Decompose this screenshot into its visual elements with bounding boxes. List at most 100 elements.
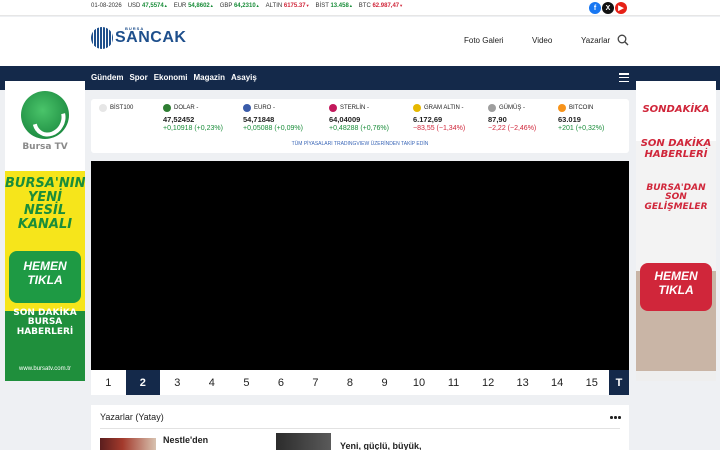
author-image[interactable] — [276, 433, 331, 450]
page-button[interactable]: 7 — [298, 370, 333, 395]
x-icon[interactable]: X — [602, 2, 614, 14]
page-button[interactable]: 4 — [195, 370, 230, 395]
market-widget: BİST100 DOLAR - 47,52452 +0,10918 (+0,23%) E… — [91, 99, 629, 153]
market-item-change: −83,55 (−1,34%) — [413, 125, 466, 132]
market-item-name: GÜMÜŞ - — [499, 105, 525, 111]
arrow-up-icon: ▲ — [255, 3, 260, 8]
arrow-up-icon: ▲ — [163, 3, 168, 8]
currency-icon — [413, 104, 421, 112]
market-item[interactable]: BITCOIN 63.019 +201 (+0,32%) — [558, 104, 604, 132]
page-button-last[interactable]: T — [608, 370, 629, 395]
page-button[interactable]: 8 — [333, 370, 368, 395]
page-button[interactable]: 15 — [574, 370, 609, 395]
main-nav-items: Gündem Spor Ekonomi Magazin Asayiş — [91, 73, 257, 82]
site-header: BURSA SANCAK Foto Galeri Video Yazarlar — [0, 17, 720, 66]
market-item-price: 64,04009 — [329, 115, 361, 124]
page-button[interactable]: 2 — [125, 370, 161, 395]
market-item[interactable]: BİST100 — [99, 104, 133, 115]
market-item[interactable]: EURO - 54,71848 +0,05088 (+0,09%) — [243, 104, 303, 132]
page-button[interactable]: 9 — [367, 370, 402, 395]
nav-item[interactable]: Spor — [129, 73, 147, 82]
currency-icon — [329, 104, 337, 112]
ad-left-subline: SON DAKİKA BURSA HABERLERİ — [13, 308, 77, 337]
ticker-label: BTC — [358, 3, 371, 9]
market-link[interactable]: TÜM PİYASALARI TRADINGVIEW ÜZERİNDEN TAK… — [91, 141, 629, 147]
divider — [100, 428, 620, 429]
video-player[interactable] — [91, 161, 629, 370]
market-item-price: 6.172,69 — [413, 115, 443, 124]
right-banner-ad[interactable]: SONDAKİKA SON DAKİKA HABERLERİ BURSA'DAN… — [636, 81, 716, 381]
ticker-value: 6175.37 — [283, 3, 306, 9]
market-item-change: +0,10918 (+0,23%) — [163, 125, 223, 132]
market-item[interactable]: STERLİN - 64,04009 +0,48288 (+0,76%) — [329, 104, 389, 132]
ticker-item: BİST 13.458▲ — [316, 3, 353, 9]
page-button[interactable]: 13 — [505, 370, 540, 395]
ticker-value: 13.458 — [330, 3, 349, 9]
currency-icon — [488, 104, 496, 112]
more-options-icon[interactable] — [610, 416, 621, 419]
ad-left-url: www.bursatv.com.tr — [19, 366, 71, 372]
market-item-price: 87,90 — [488, 115, 507, 124]
ticker-value: 62.987,47 — [372, 3, 400, 9]
authors-section: Yazarlar (Yatay) Nestle'den Yeni, güçlü,… — [91, 405, 629, 450]
market-item-price: 54,71848 — [243, 115, 275, 124]
market-ticker-bar: 01-08-2026 USD 47,5574▲ EUR 54,8602▲ GBP 6… — [0, 0, 720, 16]
author-article-title[interactable]: Yeni, güçlü, büyük, — [340, 441, 460, 450]
ticker-item: BTC 62.987,47▼ — [359, 3, 403, 9]
market-item[interactable]: DOLAR - 47,52452 +0,10918 (+0,23%) — [163, 104, 223, 132]
ticker-label: ALTIN — [265, 3, 283, 9]
market-item-change: +201 (+0,32%) — [558, 125, 605, 132]
page-button[interactable]: 14 — [540, 370, 575, 395]
site-logo[interactable]: BURSA SANCAK — [91, 26, 186, 50]
ticker-row: 01-08-2026 USD 47,5574▲ EUR 54,8602▲ GBP 6… — [91, 3, 403, 9]
author-article-title[interactable]: Nestle'den — [163, 435, 243, 446]
currency-icon — [243, 104, 251, 112]
nav-foto-galeri[interactable]: Foto Galeri — [464, 36, 504, 45]
nav-item[interactable]: Asayiş — [231, 73, 257, 82]
facebook-icon[interactable]: f — [589, 2, 601, 14]
page-button[interactable]: 5 — [229, 370, 264, 395]
market-item-name: GRAM ALTIN - — [424, 105, 464, 111]
arrow-up-icon: ▲ — [209, 3, 214, 8]
page-button[interactable]: 10 — [402, 370, 437, 395]
currency-icon — [163, 104, 171, 112]
page-button[interactable]: 1 — [91, 370, 126, 395]
ticker-label: GBP — [219, 3, 233, 9]
market-item[interactable]: GRAM ALTIN - 6.172,69 −83,55 (−1,34%) — [413, 104, 465, 132]
ticker-value: 47,5574 — [142, 3, 164, 9]
market-item-change: −2,22 (−2,46%) — [488, 125, 537, 132]
market-item-name: STERLİN - — [340, 105, 370, 111]
nav-item[interactable]: Magazin — [193, 73, 225, 82]
ad-right-cta: HEMEN TIKLA — [640, 263, 712, 311]
market-item-price: 47,52452 — [163, 115, 195, 124]
page-button[interactable]: 11 — [436, 370, 471, 395]
bursa-tv-label: Bursa TV — [22, 142, 68, 152]
arrow-down-icon: ▼ — [399, 3, 404, 8]
page-button[interactable]: 6 — [264, 370, 299, 395]
nav-yazarlar[interactable]: Yazarlar — [581, 36, 610, 45]
market-item-name: DOLAR - — [174, 105, 199, 111]
nav-video[interactable]: Video — [532, 36, 552, 45]
left-banner-ad[interactable]: Bursa TV BURSA'NIN YENİ NESİL KANALI HEM… — [5, 81, 85, 381]
search-icon[interactable] — [617, 34, 629, 46]
market-item[interactable]: GÜMÜŞ - 87,90 −2,22 (−2,46%) — [488, 104, 536, 132]
nav-item[interactable]: Gündem — [91, 73, 123, 82]
page-button[interactable]: 12 — [471, 370, 506, 395]
ad-right-brand: SONDAKİKA — [642, 104, 710, 115]
arrow-down-icon: ▼ — [305, 3, 310, 8]
ticker-date: 01-08-2026 — [91, 3, 122, 9]
ad-right-subline: BURSA'DAN SON GELİŞMELER — [644, 183, 708, 212]
ticker-label: USD — [127, 3, 141, 9]
author-image[interactable] — [100, 438, 156, 450]
ticker-item: EUR 54,8602▲ — [174, 3, 214, 9]
ad-left-headline: BURSA'NIN YENİ NESİL KANALI — [5, 176, 85, 232]
bursa-tv-logo-icon — [21, 91, 69, 139]
menu-icon[interactable] — [619, 73, 629, 82]
market-item-price: 63.019 — [558, 115, 581, 124]
nav-item[interactable]: Ekonomi — [154, 73, 188, 82]
ad-right-headline: SON DAKİKA HABERLERİ — [640, 138, 712, 160]
authors-title: Yazarlar (Yatay) — [100, 412, 164, 422]
youtube-icon[interactable]: ▶ — [615, 2, 627, 14]
ticker-value: 54,8602 — [188, 3, 210, 9]
page-button[interactable]: 3 — [160, 370, 195, 395]
